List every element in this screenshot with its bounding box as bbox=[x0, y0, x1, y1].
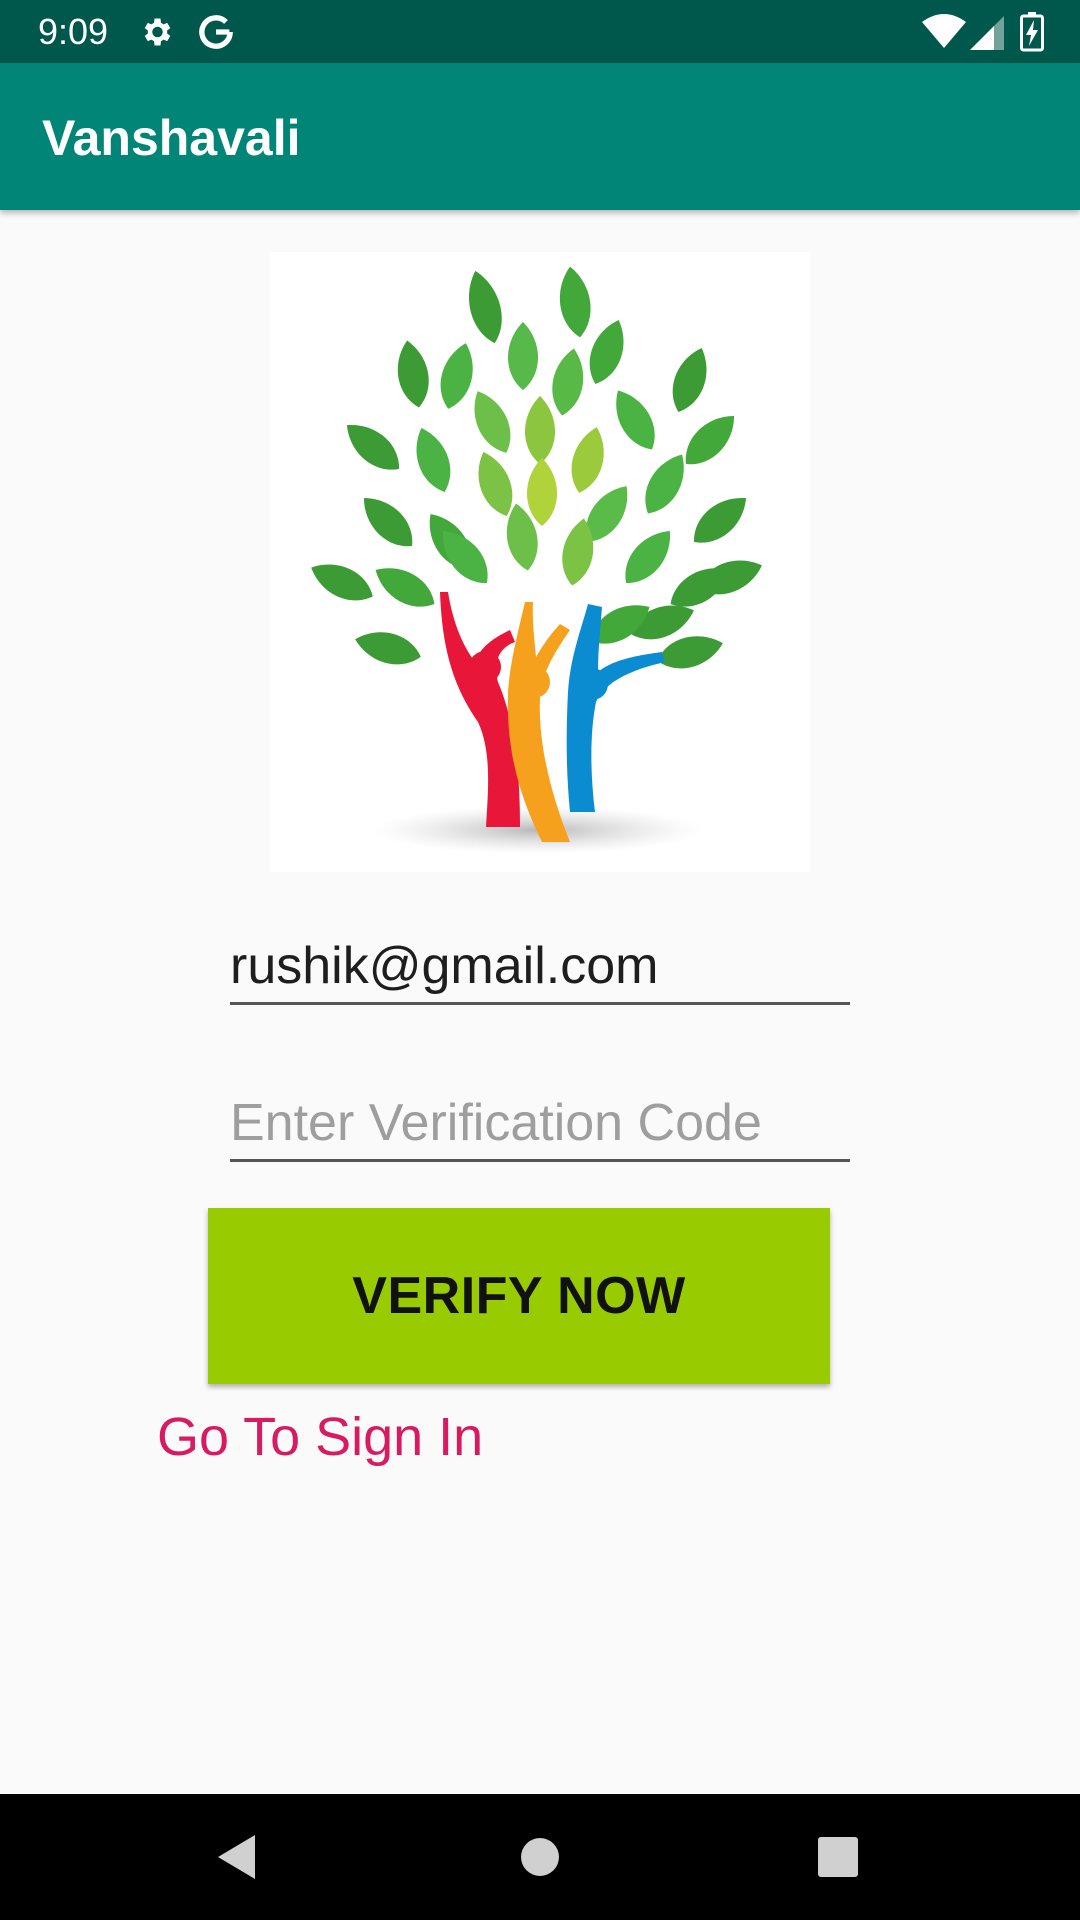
wifi-icon bbox=[922, 14, 966, 48]
status-bar: 9:09 bbox=[0, 0, 1080, 63]
logo-image bbox=[304, 264, 768, 854]
back-icon[interactable] bbox=[210, 1827, 270, 1887]
google-icon bbox=[199, 15, 233, 49]
verify-now-button[interactable]: VERIFY NOW bbox=[208, 1208, 830, 1384]
email-field-container bbox=[230, 930, 850, 1005]
battery-icon bbox=[1020, 12, 1044, 52]
verification-code-container bbox=[230, 1087, 850, 1162]
home-icon[interactable] bbox=[510, 1827, 570, 1887]
go-to-sign-in-link[interactable]: Go To Sign In bbox=[157, 1404, 483, 1470]
email-field[interactable] bbox=[230, 930, 850, 1002]
signal-icon bbox=[970, 16, 1004, 50]
navigation-bar bbox=[0, 1794, 1080, 1920]
gear-icon bbox=[144, 18, 171, 46]
recents-icon[interactable] bbox=[808, 1827, 868, 1887]
status-time: 9:09 bbox=[38, 11, 109, 52]
family-tree-logo bbox=[270, 252, 810, 872]
app-title: Vanshavali bbox=[42, 110, 301, 166]
app-bar: Vanshavali bbox=[0, 63, 1080, 210]
verification-code-input[interactable] bbox=[230, 1087, 850, 1159]
